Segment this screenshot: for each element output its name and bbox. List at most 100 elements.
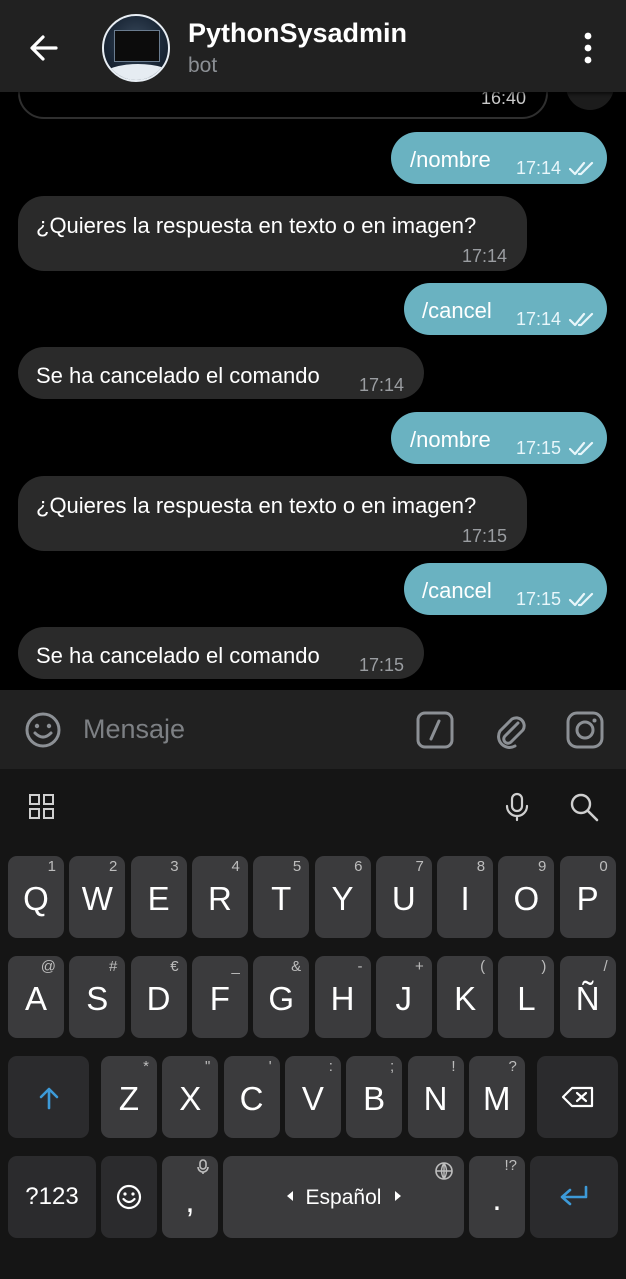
key-h[interactable]: -H	[314, 956, 371, 1038]
message-time: 17:14	[516, 158, 562, 178]
key-a[interactable]: @ A	[8, 956, 64, 1038]
incoming-message[interactable]: Se ha cancelado el comando 17:15	[18, 627, 424, 679]
outgoing-message[interactable]: /nombre 17:14	[391, 132, 607, 184]
key-label: Y	[331, 880, 354, 917]
key-m[interactable]: ? M	[468, 1056, 525, 1138]
bot-avatar[interactable]	[102, 14, 170, 82]
key-c[interactable]: ' C	[223, 1056, 280, 1138]
key-k[interactable]: (K	[437, 956, 494, 1038]
outgoing-message[interactable]: /cancel 17:14	[404, 283, 607, 335]
key-label: A	[24, 980, 47, 1017]
back-arrow-icon[interactable]	[24, 28, 64, 68]
period-key[interactable]: !? .	[469, 1156, 525, 1238]
message-list[interactable]: 16:40 /nombre 17:14 ¿Quieres la respuest…	[0, 92, 626, 690]
key-e[interactable]: 3E	[130, 856, 187, 938]
shift-key[interactable]	[8, 1056, 89, 1138]
key-hint: 5	[292, 858, 302, 875]
key-hint: 4	[231, 858, 240, 875]
backspace-key[interactable]	[537, 1056, 618, 1138]
message-time: 17:14	[516, 309, 562, 329]
key-hint: "	[204, 1058, 211, 1075]
more-options-icon[interactable]	[576, 28, 600, 68]
scroll-down-button[interactable]	[566, 92, 614, 110]
key-l[interactable]: ) L	[498, 956, 555, 1038]
message-input[interactable]: Mensaje	[83, 714, 185, 745]
symbols-key-label: ?123	[25, 1183, 79, 1210]
key-hint: /	[603, 958, 608, 975]
key-label: U	[391, 880, 416, 917]
attach-icon[interactable]	[491, 710, 531, 750]
emoji-key[interactable]	[101, 1156, 157, 1238]
key-y[interactable]: 6Y	[314, 856, 371, 938]
bot-commands-icon[interactable]	[415, 710, 455, 750]
key-hint: *	[143, 1058, 149, 1075]
key-hint: 6	[354, 858, 363, 875]
comma-key-label: ,	[185, 1182, 195, 1219]
message-time: 16:40	[480, 92, 526, 108]
message-text: /nombre	[410, 427, 491, 452]
message-text: Se ha cancelado el comando	[36, 643, 320, 668]
key-w[interactable]: 2W	[69, 856, 126, 938]
message-text: Se ha cancelado el comando	[36, 363, 320, 388]
key-label: E	[147, 880, 170, 917]
key-u[interactable]: 7U	[375, 856, 432, 938]
outgoing-message[interactable]: /cancel 17:15	[404, 563, 607, 615]
key-f[interactable]: _ F	[191, 956, 248, 1038]
key-r[interactable]: 4R	[191, 856, 248, 938]
key-j[interactable]: + J	[375, 956, 432, 1038]
incoming-message[interactable]: ¿Quieres la respuesta en texto o en imag…	[18, 476, 527, 551]
key-hint: &	[291, 958, 302, 975]
microphone-icon[interactable]	[500, 790, 534, 824]
key-hint: €	[170, 958, 179, 975]
message-time: 17:15	[359, 655, 405, 675]
chat-title[interactable]: PythonSysadmin	[188, 18, 407, 49]
incoming-message[interactable]: ¿Quieres la respuesta en texto o en imag…	[18, 196, 527, 271]
key-label: W	[81, 880, 113, 917]
key-hint: 8	[476, 858, 486, 875]
key-d[interactable]: € D	[130, 956, 187, 1038]
key-label: D	[146, 980, 171, 1017]
camera-icon[interactable]	[565, 710, 605, 750]
key-x[interactable]: " X	[162, 1056, 219, 1138]
period-key-hint: !?	[504, 1157, 517, 1174]
key-q[interactable]: 1Q	[8, 856, 64, 938]
message-text: /nombre	[410, 147, 491, 172]
read-ticks-icon	[568, 440, 599, 458]
key-v[interactable]: :V	[284, 1056, 341, 1138]
key-hint: 7	[415, 858, 424, 875]
incoming-message[interactable]: Se ha cancelado el comando 17:14	[18, 347, 424, 399]
key-p[interactable]: 0P	[559, 856, 616, 938]
space-key[interactable]: Español	[223, 1156, 464, 1238]
read-ticks-icon	[568, 591, 599, 609]
comma-key[interactable]: ,	[162, 1156, 218, 1238]
search-icon[interactable]	[567, 790, 601, 824]
key-i[interactable]: 8I	[437, 856, 494, 938]
key-label: N	[423, 1080, 448, 1117]
partial-message: 16:40	[18, 92, 548, 119]
emoji-icon[interactable]	[23, 710, 63, 750]
message-text: /cancel	[422, 298, 492, 323]
symbols-key[interactable]: ?123	[8, 1156, 96, 1238]
key-g[interactable]: & G	[253, 956, 310, 1038]
key-b[interactable]: ; B	[346, 1056, 403, 1138]
message-text: ¿Quieres la respuesta en texto o en imag…	[36, 493, 477, 518]
key-label: G	[268, 980, 295, 1017]
message-time: 17:15	[516, 589, 562, 609]
enter-key[interactable]	[530, 1156, 618, 1238]
key-z[interactable]: * Z	[101, 1056, 157, 1138]
read-ticks-icon	[568, 160, 599, 178]
key-n[interactable]: ! N	[407, 1056, 464, 1138]
key-s[interactable]: # S	[69, 956, 126, 1038]
key-label: V	[301, 1080, 324, 1117]
key-t[interactable]: 5T	[253, 856, 310, 938]
apps-grid-icon[interactable]	[25, 790, 59, 824]
key-o[interactable]: 9O	[498, 856, 555, 938]
key-ñ[interactable]: / Ñ	[559, 956, 616, 1038]
key-hint: (	[480, 958, 486, 975]
key-label: X	[179, 1080, 202, 1117]
key-label: Q	[23, 880, 49, 917]
key-label: J	[395, 980, 413, 1017]
key-hint: )	[541, 958, 547, 975]
outgoing-message[interactable]: /nombre 17:15	[391, 412, 607, 464]
key-hint: 0	[599, 858, 608, 875]
